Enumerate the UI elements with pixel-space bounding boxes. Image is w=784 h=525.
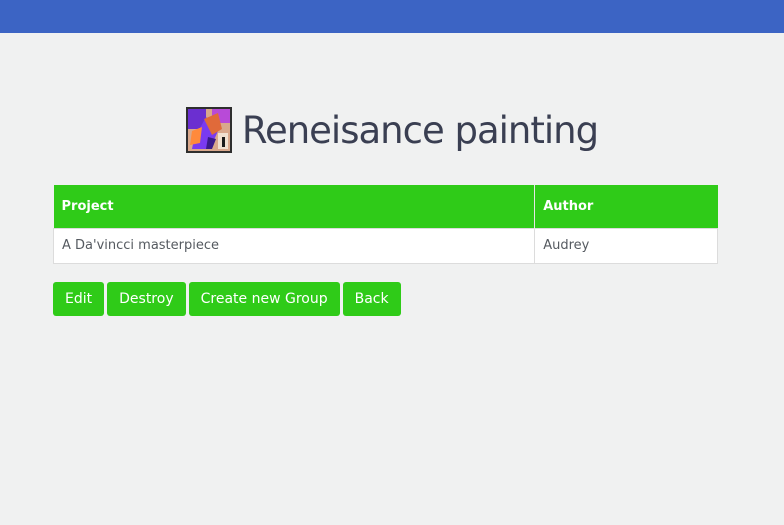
table-header-row: Project Author <box>53 185 718 228</box>
action-buttons: Edit Destroy Create new Group Back <box>53 282 401 316</box>
back-button[interactable]: Back <box>342 282 401 316</box>
column-header-project: Project <box>53 185 536 228</box>
create-new-group-button[interactable]: Create new Group <box>188 282 340 316</box>
table-row: A Da'vincci masterpiece Audrey <box>52 227 718 264</box>
group-avatar-icon <box>185 107 232 153</box>
column-header-author: Author <box>534 185 718 228</box>
destroy-button[interactable]: Destroy <box>107 282 186 316</box>
author-cell: Audrey <box>534 227 718 264</box>
projects-table: Project Author A Da'vincci masterpiece A… <box>52 185 718 264</box>
project-cell: A Da'vincci masterpiece <box>52 227 536 264</box>
top-navbar <box>0 0 784 33</box>
page-header: Reneisance painting <box>0 104 784 156</box>
page-title: Reneisance painting <box>241 108 599 152</box>
edit-button[interactable]: Edit <box>53 282 105 316</box>
